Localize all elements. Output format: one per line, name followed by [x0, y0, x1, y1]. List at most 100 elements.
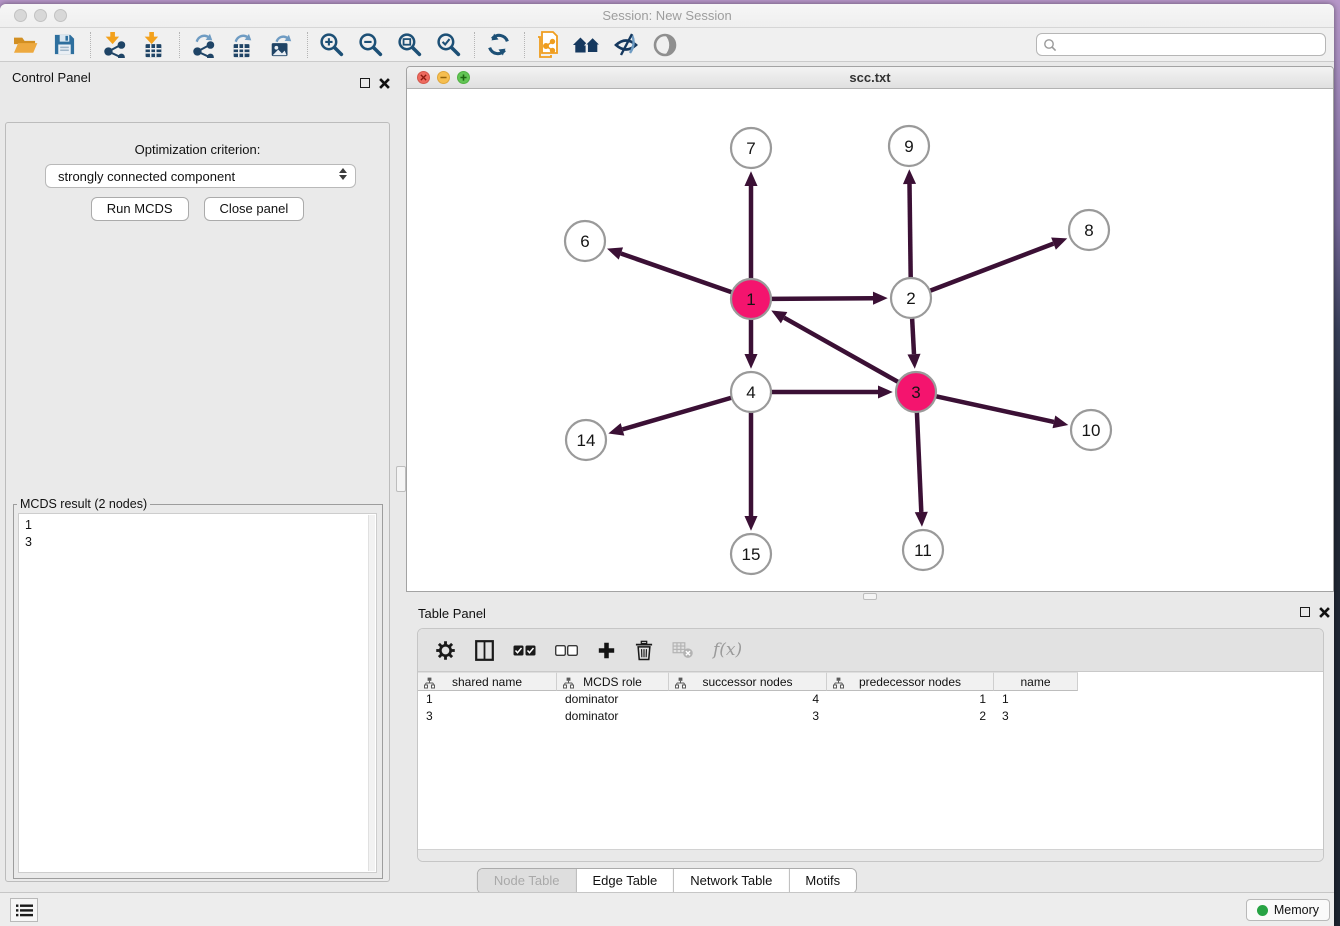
zoom-in-button[interactable] [316, 31, 346, 59]
graph-edge-1-2[interactable] [771, 298, 873, 299]
titlebar: Session: New Session [0, 4, 1334, 28]
control-panel-close-icon[interactable] [378, 77, 390, 89]
graph-node-label: 8 [1084, 221, 1093, 240]
show-columns-button[interactable] [475, 640, 494, 661]
add-column-button[interactable] [597, 641, 616, 660]
show-all-button[interactable] [650, 31, 680, 59]
control-panel-float-icon[interactable] [359, 77, 371, 89]
table-panel-body: f(x) shared nameMCDS rolesuccessor nodes… [417, 628, 1324, 862]
table-cell[interactable]: 3 [994, 708, 1078, 725]
graph-edge-3-10[interactable] [936, 396, 1054, 422]
zoom-in-icon [319, 32, 344, 57]
table-cell[interactable]: dominator [557, 708, 669, 725]
run-mcds-button[interactable]: Run MCDS [91, 197, 189, 221]
zoom-out-button[interactable] [355, 31, 385, 59]
vertical-splitter-grip[interactable] [396, 466, 406, 492]
delete-column-button[interactable] [635, 640, 653, 661]
table-cell[interactable]: 1 [418, 691, 557, 708]
graph-node-label: 11 [914, 541, 932, 560]
attribute-tree-icon [424, 677, 435, 689]
deselect-all-button[interactable] [555, 645, 578, 656]
zoom-fit-button[interactable] [394, 31, 424, 59]
table-cell[interactable]: 3 [669, 708, 827, 725]
zoom-fit-icon [397, 32, 422, 57]
unchecked-boxes-icon [555, 645, 578, 656]
export-network-button[interactable] [188, 31, 218, 59]
column-header-predecessor-nodes[interactable]: predecessor nodes [827, 672, 994, 691]
import-table-button[interactable] [138, 31, 168, 59]
select-all-button[interactable] [513, 645, 536, 656]
column-header-successor-nodes[interactable]: successor nodes [669, 672, 827, 691]
table-settings-button[interactable] [435, 640, 456, 661]
graph-edge-3-1[interactable] [784, 318, 899, 383]
task-history-button[interactable] [10, 898, 38, 922]
graph-edge-2-3[interactable] [912, 318, 914, 354]
search-box[interactable] [1036, 33, 1326, 56]
tab-motifs[interactable]: Motifs [789, 869, 856, 893]
clone-network-button[interactable] [533, 31, 563, 59]
graph-edge-4-14[interactable] [623, 398, 732, 430]
save-session-button[interactable] [49, 31, 79, 59]
search-input[interactable] [1057, 36, 1325, 54]
graph-node-label: 4 [746, 383, 755, 402]
save-icon [53, 33, 76, 56]
refresh-button[interactable] [483, 31, 513, 59]
columns-icon [475, 640, 494, 661]
graph-node-label: 10 [1082, 421, 1101, 440]
attribute-tree-icon [563, 677, 574, 689]
main-toolbar [0, 28, 1334, 62]
export-image-button[interactable] [266, 31, 296, 59]
table-panel-float-icon[interactable] [1299, 606, 1311, 618]
home-button[interactable] [572, 31, 602, 59]
status-bar: Memory [0, 892, 1334, 926]
graph-node-label: 7 [746, 139, 755, 158]
hide-selected-button[interactable] [611, 31, 641, 59]
column-header-shared-name[interactable]: shared name [418, 672, 557, 691]
graph-node-label: 6 [580, 232, 589, 251]
graph-edge-2-9[interactable] [910, 184, 911, 278]
node-table: shared nameMCDS rolesuccessor nodesprede… [418, 672, 1323, 849]
toolbar-separator [307, 32, 308, 58]
graph-edge-2-8[interactable] [930, 244, 1054, 291]
table-cell[interactable]: 2 [827, 708, 994, 725]
toolbar-separator [90, 32, 91, 58]
memory-label: Memory [1274, 903, 1319, 917]
export-table-button[interactable] [227, 31, 257, 59]
delete-table-button[interactable] [672, 641, 694, 659]
table-panel-title: Table Panel [418, 606, 486, 621]
horizontal-splitter-grip[interactable] [863, 593, 877, 600]
tab-edge-table[interactable]: Edge Table [576, 869, 674, 893]
column-header-name[interactable]: name [994, 672, 1078, 691]
result-scrollbar[interactable] [368, 515, 375, 871]
graph-edge-1-6[interactable] [621, 254, 732, 293]
trash-icon [635, 640, 653, 661]
table-row[interactable]: 1dominator411 [418, 691, 1323, 708]
memory-button[interactable]: Memory [1246, 899, 1330, 921]
horizontal-splitter[interactable] [406, 592, 1334, 601]
mcds-result-box[interactable]: 13 [18, 513, 377, 873]
checked-boxes-icon [513, 645, 536, 656]
table-cell[interactable]: 1 [994, 691, 1078, 708]
tab-node-table[interactable]: Node Table [478, 869, 577, 893]
graph-edge-3-11[interactable] [917, 412, 921, 512]
import-network-button[interactable] [99, 31, 129, 59]
control-panel-body: Optimization criterion: strongly connect… [5, 122, 390, 882]
tab-network-table[interactable]: Network Table [674, 869, 789, 893]
close-panel-button[interactable]: Close panel [204, 197, 305, 221]
criterion-select[interactable]: strongly connected component [45, 164, 356, 188]
table-header-row: shared nameMCDS rolesuccessor nodesprede… [418, 672, 1323, 691]
table-panel-close-icon[interactable] [1318, 606, 1330, 618]
memory-status-icon [1257, 905, 1268, 916]
table-cell[interactable]: dominator [557, 691, 669, 708]
open-folder-icon [12, 34, 38, 56]
column-header-mcds-role[interactable]: MCDS role [557, 672, 669, 691]
table-cell[interactable]: 3 [418, 708, 557, 725]
zoom-selected-button[interactable] [433, 31, 463, 59]
table-cell[interactable]: 1 [827, 691, 994, 708]
open-session-button[interactable] [10, 31, 40, 59]
table-cell[interactable]: 4 [669, 691, 827, 708]
function-builder-button[interactable]: f(x) [713, 640, 742, 660]
network-canvas[interactable]: 7968124314101511 [407, 89, 1333, 592]
table-row[interactable]: 3dominator323 [418, 708, 1323, 725]
import-table-icon [140, 32, 166, 58]
